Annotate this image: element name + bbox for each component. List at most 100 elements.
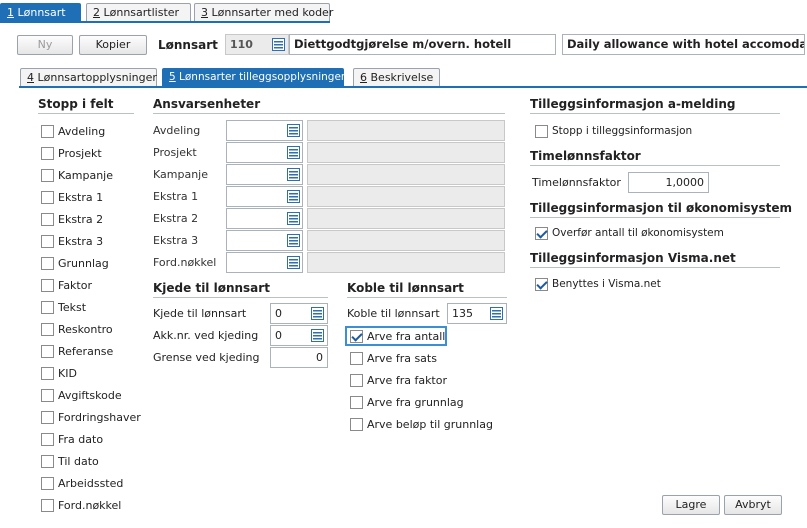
stop-in-field-label: KID xyxy=(58,367,77,380)
tab-number: 2 xyxy=(93,6,100,19)
tab-tilleggsopplysninger[interactable]: 5 Lønnsarter tilleggsopplysninger xyxy=(162,68,346,87)
stop-in-field-label: Kampanje xyxy=(58,169,113,182)
save-button[interactable]: Lagre xyxy=(662,495,720,515)
responsibility-lookup-button[interactable] xyxy=(285,210,302,227)
acc-lookup-button[interactable] xyxy=(309,327,326,344)
list-icon xyxy=(272,38,285,51)
tab-label: Lønnsarter tilleggsopplysninger xyxy=(179,71,346,83)
section-divider xyxy=(153,113,505,114)
stop-extra-info-checkbox[interactable] xyxy=(535,125,548,138)
responsibility-lookup-button[interactable] xyxy=(285,166,302,183)
description-no-field[interactable]: Diettgodtgjørelse m/overn. hotell xyxy=(289,34,556,55)
cancel-button[interactable]: Avbryt xyxy=(724,495,782,515)
stop-in-field-checkbox[interactable] xyxy=(41,235,54,248)
stop-in-field-checkbox[interactable] xyxy=(41,257,54,270)
visma-title: Tilleggsinformasjon Visma.net xyxy=(530,251,736,265)
list-icon xyxy=(311,307,324,320)
limit-field[interactable]: 0 xyxy=(270,347,328,368)
link-lookup-button[interactable] xyxy=(488,305,505,322)
tab-lonnsartlister[interactable]: 2 Lønnsartlister xyxy=(86,3,191,22)
link-option-checkbox[interactable] xyxy=(350,352,363,365)
list-icon xyxy=(287,256,300,269)
responsibility-lookup-button[interactable] xyxy=(285,254,302,271)
stop-in-field-checkbox[interactable] xyxy=(41,147,54,160)
stop-in-field-checkbox[interactable] xyxy=(41,279,54,292)
link-option-checkbox[interactable] xyxy=(350,330,363,343)
stop-in-field-label: Fordringshaver xyxy=(58,411,141,424)
responsibility-title: Ansvarsenheter xyxy=(153,97,261,111)
responsibility-lookup-button[interactable] xyxy=(285,188,302,205)
tab-lonnsarter-med-koder[interactable]: 3 Lønnsarter med koder xyxy=(194,3,333,22)
section-divider xyxy=(530,217,780,218)
stop-extra-info-label: Stopp i tilleggsinformasjon xyxy=(552,125,693,137)
tab-number: 1 xyxy=(7,6,14,19)
responsibility-lookup-button[interactable] xyxy=(285,122,302,139)
stop-in-field-label: Til dato xyxy=(58,455,99,468)
stop-in-field-label: Grunnlag xyxy=(58,257,109,270)
stop-in-field-label: Ekstra 2 xyxy=(58,213,104,226)
section-divider xyxy=(153,297,328,298)
stop-in-field-title: Stopp i felt xyxy=(38,97,114,111)
responsibility-lookup-button[interactable] xyxy=(285,144,302,161)
tab-label: Lønnsarter med koder xyxy=(211,6,334,19)
stop-in-field-label: Referanse xyxy=(58,345,114,358)
stop-in-field-checkbox[interactable] xyxy=(41,411,54,424)
stop-in-field-checkbox[interactable] xyxy=(41,125,54,138)
description-en-field[interactable]: Daily allowance with hotel accomodation xyxy=(562,34,805,55)
list-icon xyxy=(287,190,300,203)
stop-in-field-label: Avdeling xyxy=(58,125,106,138)
stop-in-field-label: Ford.nøkkel xyxy=(58,499,122,512)
subtab-underline xyxy=(19,86,807,88)
stop-in-field-checkbox[interactable] xyxy=(41,213,54,226)
stop-in-field-checkbox[interactable] xyxy=(41,169,54,182)
responsibility-lookup-button[interactable] xyxy=(285,232,302,249)
list-icon xyxy=(287,212,300,225)
stop-in-field-label: Arbeidssted xyxy=(58,477,124,490)
stop-in-field-label: Avgiftskode xyxy=(58,389,122,402)
stop-in-field-checkbox[interactable] xyxy=(41,477,54,490)
wagetype-lookup-button[interactable] xyxy=(270,36,287,53)
stop-in-field-checkbox[interactable] xyxy=(41,301,54,314)
link-title: Koble til lønnsart xyxy=(347,281,464,295)
stop-in-field-label: Faktor xyxy=(58,279,92,292)
section-divider xyxy=(347,297,507,298)
list-icon xyxy=(311,329,324,342)
chain-title: Kjede til lønnsart xyxy=(153,281,270,295)
link-option-checkbox[interactable] xyxy=(350,396,363,409)
transfer-count-checkbox[interactable] xyxy=(535,227,548,240)
stop-in-field-checkbox[interactable] xyxy=(41,455,54,468)
stop-in-field-checkbox[interactable] xyxy=(41,323,54,336)
stop-in-field-checkbox[interactable] xyxy=(41,389,54,402)
responsibility-label: Avdeling xyxy=(153,124,201,137)
hourly-field[interactable]: 1,0000 xyxy=(628,172,709,193)
link-option-label: Arve fra sats xyxy=(367,352,437,365)
stop-in-field-checkbox[interactable] xyxy=(41,499,54,512)
responsibility-label: Ekstra 3 xyxy=(153,234,199,247)
responsibility-label: Ekstra 1 xyxy=(153,190,199,203)
tab-beskrivelse[interactable]: 6 Beskrivelse xyxy=(353,68,440,87)
chain-lookup-button[interactable] xyxy=(309,305,326,322)
section-divider xyxy=(38,113,134,114)
tab-lonnsart[interactable]: 1 Lønnsart xyxy=(0,3,81,22)
hourly-title: Timelønnsfaktor xyxy=(530,149,641,163)
used-in-visma-checkbox[interactable] xyxy=(535,278,548,291)
stop-in-field-checkbox[interactable] xyxy=(41,191,54,204)
tab-lonnsartopplysninger[interactable]: 4 Lønnsartopplysninger xyxy=(20,68,157,87)
link-option-checkbox[interactable] xyxy=(350,374,363,387)
copy-button[interactable]: Kopier xyxy=(79,35,147,55)
stop-in-field-checkbox[interactable] xyxy=(41,345,54,358)
tab-underline xyxy=(0,21,330,23)
stop-in-field-label: Ekstra 1 xyxy=(58,191,104,204)
stop-in-field-label: Fra dato xyxy=(58,433,104,446)
stop-in-field-checkbox[interactable] xyxy=(41,367,54,380)
transfer-count-label: Overfør antall til økonomisystem xyxy=(552,227,724,239)
stop-in-field-label: Tekst xyxy=(58,301,87,314)
link-option-checkbox[interactable] xyxy=(350,418,363,431)
list-icon xyxy=(287,124,300,137)
stop-in-field-checkbox[interactable] xyxy=(41,433,54,446)
list-icon xyxy=(287,146,300,159)
new-button[interactable]: Ny xyxy=(17,35,73,55)
responsibility-name-field xyxy=(307,142,505,163)
responsibility-label: Prosjekt xyxy=(153,146,197,159)
a-melding-title: Tilleggsinformasjon a-melding xyxy=(530,97,736,111)
